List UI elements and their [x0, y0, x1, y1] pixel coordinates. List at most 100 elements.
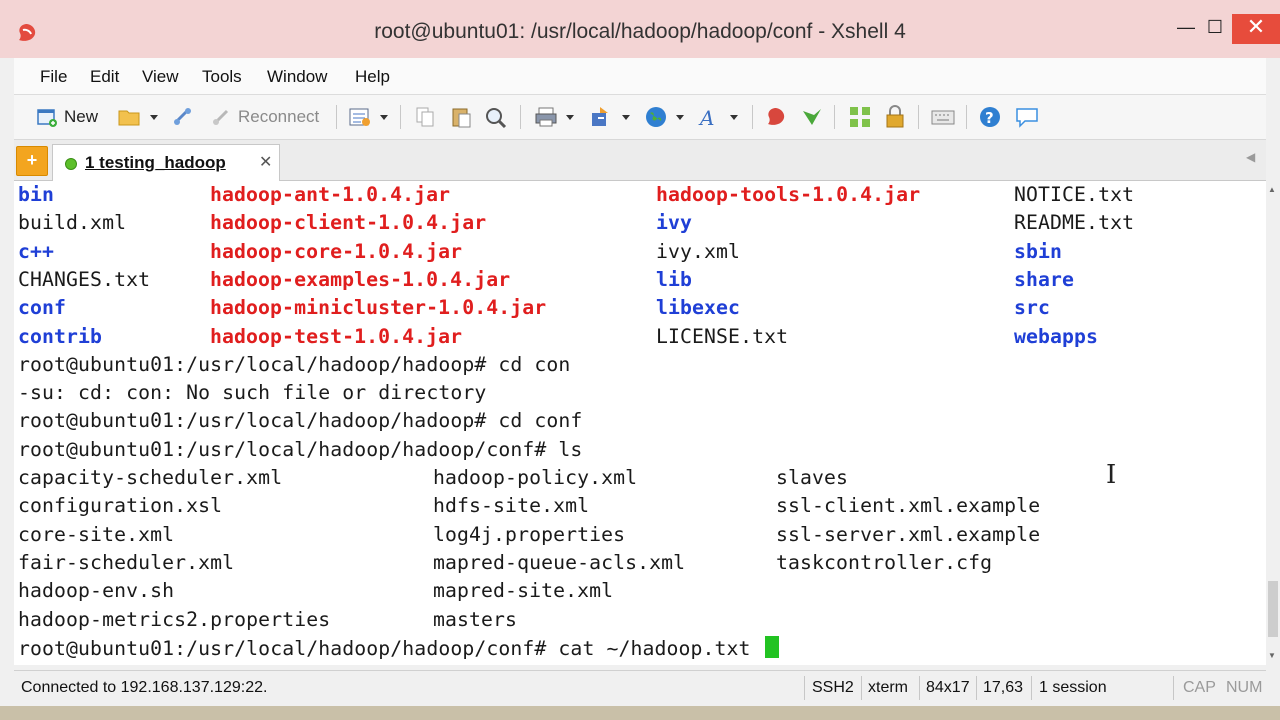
- file-entry: hdfs-site.xml: [433, 494, 590, 518]
- scroll-down-icon[interactable]: ▼: [1268, 651, 1276, 660]
- copy-icon[interactable]: [414, 106, 436, 128]
- file-entry: core-site.xml: [18, 522, 175, 546]
- tab-testing-hadoop[interactable]: 1 testing_hadoop ✕: [52, 144, 280, 181]
- file-entry: hadoop-minicluster-1.0.4.jar: [210, 296, 547, 320]
- file-entry: mapred-site.xml: [433, 579, 614, 603]
- file-entry: hadoop-policy.xml: [433, 466, 638, 489]
- terminal-scrollbar[interactable]: ▲ ▼: [1266, 181, 1280, 665]
- terminal-line: root@ubuntu01:/usr/local/hadoop/hadoop# …: [18, 409, 583, 433]
- status-separator: [861, 676, 862, 700]
- reconnect-label: Reconnect: [238, 107, 320, 126]
- new-session-button[interactable]: New: [36, 103, 98, 131]
- toolbar-separator: [752, 105, 753, 129]
- file-entry: hadoop-client-1.0.4.jar: [210, 211, 487, 235]
- status-separator: [1031, 676, 1032, 700]
- transfer-dropdown-caret[interactable]: [622, 115, 630, 120]
- text-cursor-icon: I: [1106, 460, 1117, 490]
- status-bar: Connected to 192.168.137.129:22. SSH2 xt…: [14, 670, 1266, 705]
- open-dropdown-caret[interactable]: [150, 115, 158, 120]
- svg-text:?: ?: [985, 109, 994, 127]
- prompt-text: root@ubuntu01:/usr/local/hadoop/hadoop/c…: [18, 636, 763, 660]
- title-bar[interactable]: root@ubuntu01: /usr/local/hadoop/hadoop/…: [0, 0, 1280, 58]
- properties-icon[interactable]: [348, 106, 372, 128]
- file-entry: hadoop-env.sh: [18, 579, 175, 603]
- toolbar-separator: [336, 105, 337, 129]
- file-entry: hadoop-core-1.0.4.jar: [210, 239, 463, 263]
- file-entry: hadoop-metrics2.properties: [18, 607, 331, 631]
- file-entry: contrib: [18, 324, 103, 348]
- xftp-icon[interactable]: [800, 105, 824, 129]
- caps-lock-indicator: CAP: [1183, 679, 1216, 696]
- terminal-cursor: [764, 635, 779, 658]
- menu-bar: File Edit View Tools Window Help: [14, 58, 1266, 95]
- file-entry: c++: [18, 239, 55, 263]
- fullscreen-icon[interactable]: [848, 105, 872, 129]
- terminal-size-indicator: 84x17: [926, 679, 970, 696]
- status-separator: [976, 676, 977, 700]
- menu-view[interactable]: View: [142, 67, 179, 87]
- connect-link-icon[interactable]: [172, 106, 194, 128]
- open-folder-icon[interactable]: [118, 107, 142, 127]
- window-title: root@ubuntu01: /usr/local/hadoop/hadoop/…: [374, 20, 906, 43]
- file-entry: README.txt: [1014, 211, 1135, 235]
- menu-window[interactable]: Window: [267, 67, 327, 87]
- file-entry: configuration.xsl: [18, 494, 223, 518]
- tab-scroll-left-icon[interactable]: ◀: [1246, 150, 1255, 164]
- scroll-up-icon[interactable]: ▲: [1268, 185, 1276, 194]
- protocol-indicator: SSH2: [812, 679, 854, 696]
- xshell-script-icon[interactable]: [764, 105, 788, 129]
- help-icon[interactable]: ?: [978, 105, 1002, 129]
- menu-edit[interactable]: Edit: [90, 67, 119, 87]
- maximize-button[interactable]: ☐: [1200, 14, 1230, 42]
- close-tab-button[interactable]: ✕: [259, 152, 272, 172]
- menu-file[interactable]: File: [40, 67, 67, 87]
- file-entry: NOTICE.txt: [1014, 183, 1135, 206]
- menu-help[interactable]: Help: [355, 67, 390, 87]
- font-dropdown-caret[interactable]: [730, 115, 738, 120]
- properties-dropdown-caret[interactable]: [380, 115, 388, 120]
- session-tab-bar: + 1 testing_hadoop ✕ ◀: [14, 140, 1266, 181]
- file-entry: ssl-client.xml.example: [776, 494, 1041, 518]
- print-icon[interactable]: [534, 106, 558, 128]
- chat-bubble-icon[interactable]: [1014, 105, 1040, 129]
- scrollbar-thumb[interactable]: [1268, 581, 1278, 637]
- file-entry: taskcontroller.cfg: [776, 550, 993, 574]
- print-dropdown-caret[interactable]: [566, 115, 574, 120]
- find-icon[interactable]: [484, 106, 508, 130]
- file-entry: ivy: [656, 211, 693, 235]
- new-tab-button[interactable]: +: [16, 146, 48, 176]
- connection-status: Connected to 192.168.137.129:22.: [21, 679, 268, 696]
- file-entry: CHANGES.txt: [18, 267, 151, 291]
- file-entry: fair-scheduler.xml: [18, 550, 235, 574]
- file-entry: ivy.xml: [656, 239, 741, 263]
- terminal-output[interactable]: bin hadoop-ant-1.0.4.jar hadoop-tools-1.0.…: [14, 181, 1266, 665]
- file-entry: lib: [656, 267, 693, 291]
- file-entry: conf: [18, 296, 67, 320]
- toolbar-separator: [966, 105, 967, 129]
- file-entry: LICENSE.txt: [656, 324, 789, 348]
- lock-icon[interactable]: [884, 105, 906, 129]
- file-entry: share: [1014, 267, 1075, 291]
- globe-icon[interactable]: [644, 105, 668, 129]
- transfer-icon[interactable]: [588, 105, 612, 129]
- paste-icon[interactable]: [450, 106, 472, 128]
- connected-status-icon: [65, 158, 77, 170]
- keyboard-icon[interactable]: [930, 105, 956, 129]
- font-icon[interactable]: A: [698, 105, 722, 129]
- status-separator: [919, 676, 920, 700]
- reconnect-button[interactable]: Reconnect: [210, 103, 319, 131]
- file-entry: sbin: [1014, 239, 1063, 263]
- file-entry: src: [1014, 296, 1051, 320]
- session-count: 1 session: [1039, 679, 1107, 696]
- file-entry: ssl-server.xml.example: [776, 522, 1041, 546]
- menu-tools[interactable]: Tools: [202, 67, 242, 87]
- num-lock-indicator: NUM: [1226, 679, 1263, 696]
- toolbar-separator: [834, 105, 835, 129]
- xshell-window: root@ubuntu01: /usr/local/hadoop/hadoop/…: [0, 0, 1280, 706]
- terminal-line: -su: cd: con: No such file or directory: [18, 381, 487, 405]
- close-window-button[interactable]: ✕: [1232, 14, 1280, 44]
- file-entry: mapred-queue-acls.xml: [433, 550, 686, 574]
- file-entry: capacity-scheduler.xml: [18, 466, 283, 489]
- globe-dropdown-caret[interactable]: [676, 115, 684, 120]
- svg-text:A: A: [698, 106, 714, 129]
